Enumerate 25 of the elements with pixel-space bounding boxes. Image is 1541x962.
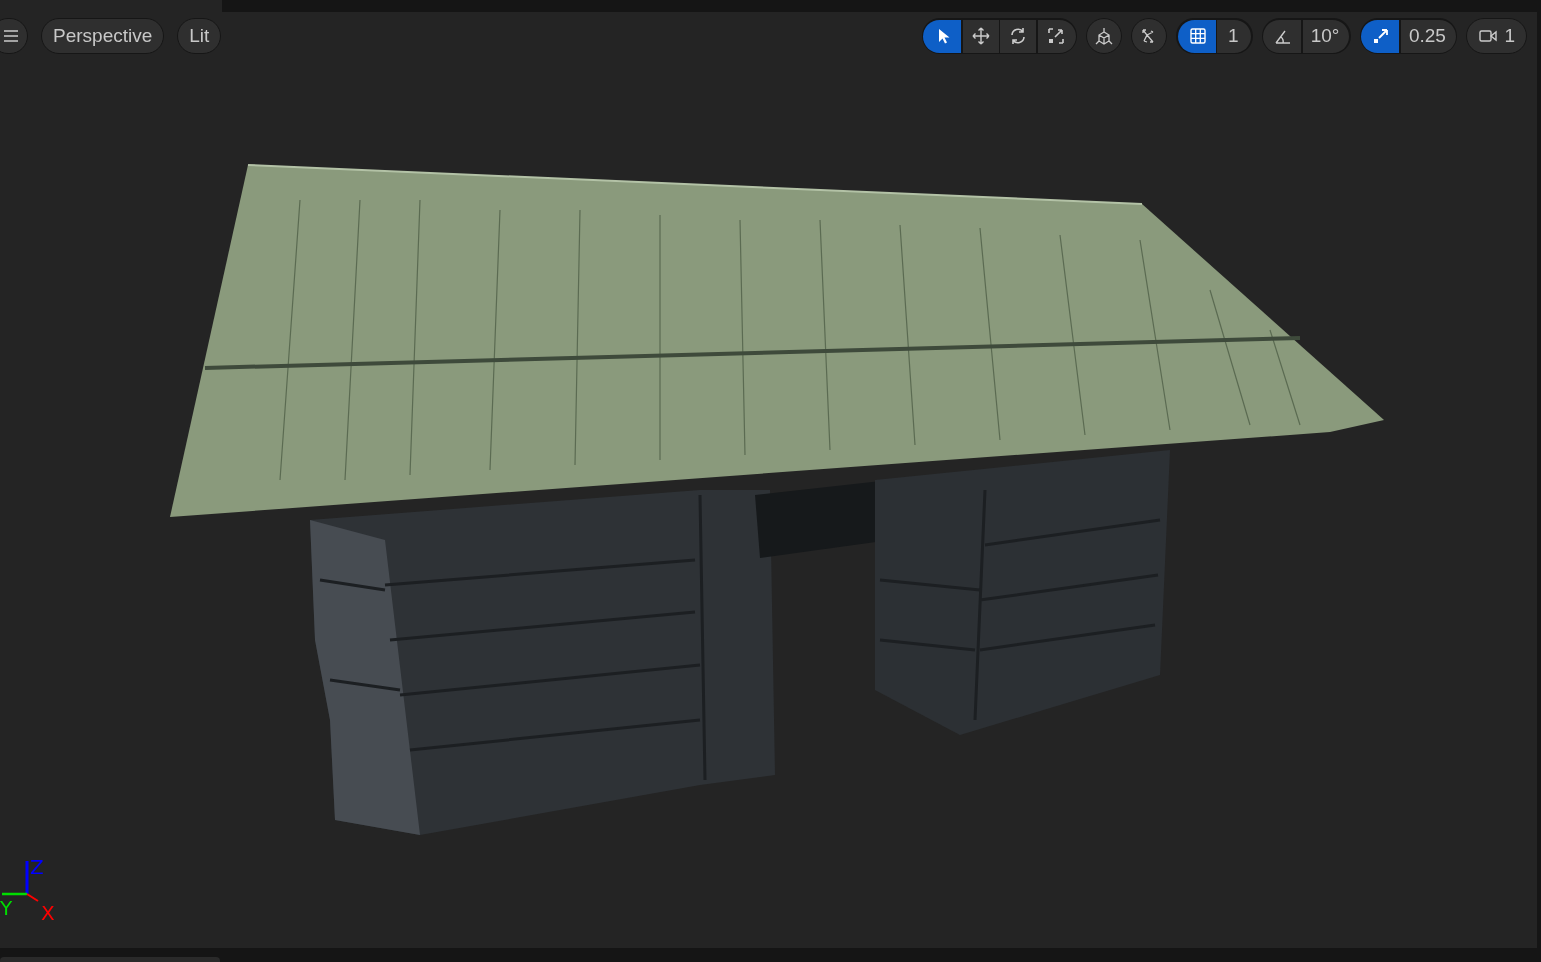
scale-snap-toggle[interactable] [1361,19,1400,53]
menu-button[interactable] [0,18,28,54]
rotate-tool-button[interactable] [1000,19,1037,53]
view-mode-button[interactable]: Perspective [41,18,165,54]
snap-value-button[interactable]: 0.25 [1400,19,1456,53]
axis-label: Y [0,898,13,918]
snap-value-button[interactable]: 1 [1217,19,1252,53]
scale-arrow-icon [1045,26,1066,46]
select-tool-button[interactable] [923,19,962,53]
camera-speed-value: 1 [1504,25,1515,47]
axis-label: X [41,903,55,923]
move-arrows-icon [970,26,991,46]
move-tool-button[interactable] [962,19,999,53]
cube-axes-icon [1094,26,1115,46]
cube-axes-button[interactable] [1086,18,1123,54]
scale-tool-button[interactable] [1037,19,1076,53]
angle-snap-toggle[interactable] [1263,19,1302,53]
3d-viewport[interactable]: Perspective Lit 1 10° 0.25 1 Z Y X [0,12,1537,948]
view-mode-button[interactable]: Lit [177,18,222,54]
axis-label: Z [30,857,44,877]
snap-value-button[interactable]: 10° [1302,19,1350,53]
camera-speed-button[interactable]: 1 [1466,18,1527,54]
grid-snap-toggle[interactable] [1177,19,1216,53]
scatter-arrows-button[interactable] [1131,18,1168,54]
grid-icon [1187,26,1208,46]
